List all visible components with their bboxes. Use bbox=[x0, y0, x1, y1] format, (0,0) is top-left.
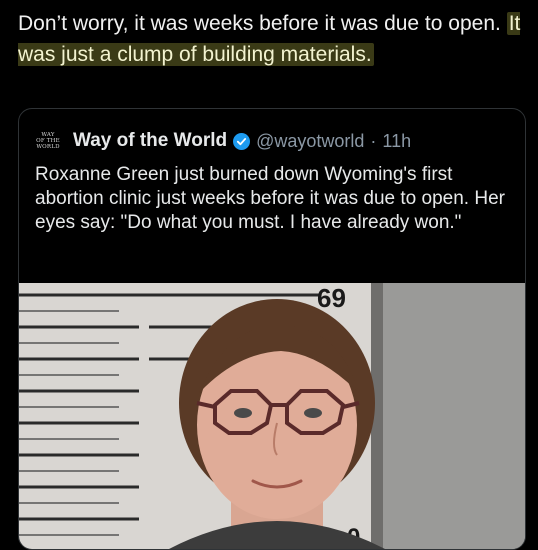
tweet-photo[interactable]: 69 0 bbox=[19, 283, 525, 549]
account-logo[interactable]: WAY OF THE WORLD bbox=[35, 130, 61, 152]
tweet-header: WAY OF THE WORLD Way of the World @wayot… bbox=[35, 127, 411, 155]
timestamp[interactable]: 11h bbox=[382, 131, 411, 152]
tweet-text: Roxanne Green just burned down Wyoming's… bbox=[35, 164, 505, 233]
quoted-tweet-card[interactable]: WAY OF THE WORLD Way of the World @wayot… bbox=[18, 108, 526, 550]
separator-dot: · bbox=[370, 130, 377, 151]
verified-badge-icon bbox=[233, 132, 251, 150]
caption-text: Don’t worry, it was weeks before it was … bbox=[18, 12, 501, 35]
user-handle[interactable]: @wayotworld bbox=[256, 131, 364, 152]
post-caption: Don’t worry, it was weeks before it was … bbox=[18, 8, 528, 70]
display-name[interactable]: Way of the World bbox=[73, 130, 227, 152]
height-board-number: 69 bbox=[317, 283, 346, 313]
mugshot-illustration: 69 0 bbox=[19, 283, 525, 549]
logo-line-3: WORLD bbox=[36, 144, 60, 150]
